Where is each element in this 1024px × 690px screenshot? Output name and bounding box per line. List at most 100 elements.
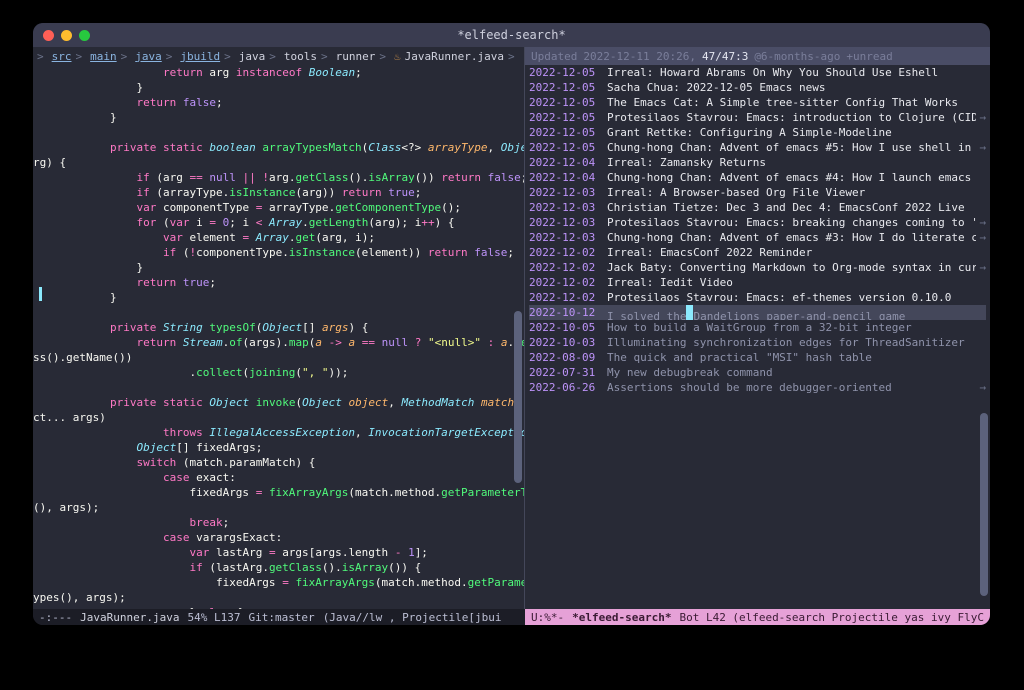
- feed-entry-title: Protesilaos Stavrou: Emacs: introduction…: [607, 110, 976, 125]
- feed-entry-date: 2022-12-05: [529, 80, 607, 95]
- code-line[interactable]: [57, 125, 518, 140]
- scrollbar[interactable]: [514, 69, 522, 607]
- code-line[interactable]: switch (match.paramMatch) {: [57, 455, 518, 470]
- feed-entry[interactable]: 2022-10-05How to build a WaitGroup from …: [529, 320, 986, 335]
- feed-entry-title: I solved the Dandelions paper-and-pencil…: [607, 305, 976, 320]
- code-line[interactable]: var lastArg = args[args.length - 1];: [57, 545, 518, 560]
- code-pane[interactable]: >src>main>java>jbuild>java>tools>runner>…: [33, 47, 525, 609]
- breadcrumb-segment[interactable]: java: [239, 50, 266, 63]
- code-line[interactable]: (), args);: [57, 500, 518, 515]
- feed-entry-title: Irreal: Zamansky Returns: [607, 155, 976, 170]
- elfeed-pane[interactable]: Updated 2022-12-11 20:26, 47/47:3 @6-mon…: [525, 47, 990, 609]
- feed-entry-date: 2022-12-04: [529, 155, 607, 170]
- code-line[interactable]: }: [57, 260, 518, 275]
- feed-entry-title: Chung-hong Chan: Advent of emacs #4: How…: [607, 170, 976, 185]
- code-line[interactable]: }: [57, 110, 518, 125]
- feed-entry[interactable]: 2022-12-03Chung-hong Chan: Advent of ema…: [529, 230, 986, 245]
- code-line[interactable]: if (arrayType.isInstance(arg)) return tr…: [57, 185, 518, 200]
- code-line[interactable]: case varargsExact:: [57, 530, 518, 545]
- feed-entry-title: Chung-hong Chan: Advent of emacs #3: How…: [607, 230, 976, 245]
- feed-entry[interactable]: 2022-12-02Protesilaos Stavrou: Emacs: ef…: [529, 290, 986, 305]
- code-line[interactable]: .collect(joining(", "));: [57, 365, 518, 380]
- code-line[interactable]: return false;: [57, 95, 518, 110]
- close-icon[interactable]: [43, 30, 54, 41]
- chevron-right-icon: >: [321, 50, 328, 63]
- code-buffer[interactable]: return arg instanceof Boolean; } return …: [33, 65, 524, 609]
- code-line[interactable]: ss().getName()): [57, 350, 518, 365]
- modeline-position: Bot L42: [679, 611, 725, 624]
- breadcrumb-segment[interactable]: jbuild: [180, 50, 220, 63]
- feed-entry[interactable]: 2022-12-04Chung-hong Chan: Advent of ema…: [529, 170, 986, 185]
- elfeed-list[interactable]: 2022-12-05Irreal: Howard Abrams On Why Y…: [525, 65, 990, 395]
- feed-entry[interactable]: 2022-12-05Chung-hong Chan: Advent of ema…: [529, 140, 986, 155]
- code-line[interactable]: return arg instanceof Boolean;: [57, 65, 518, 80]
- titlebar: *elfeed-search*: [33, 23, 990, 47]
- feed-entry[interactable]: 2022-12-05Sacha Chua: 2022-12-05 Emacs n…: [529, 80, 986, 95]
- elfeed-headerline: Updated 2022-12-11 20:26, 47/47:3 @6-mon…: [525, 47, 990, 65]
- breadcrumb-segment[interactable]: src: [52, 50, 72, 63]
- feed-entry[interactable]: 2022-12-05The Emacs Cat: A Simple tree-s…: [529, 95, 986, 110]
- breadcrumb-segment[interactable]: tools: [284, 50, 317, 63]
- breadcrumb-segment[interactable]: java: [135, 50, 162, 63]
- feed-entry-title: The quick and practical "MSI" hash table: [607, 350, 976, 365]
- feed-entry[interactable]: 2022-07-31My new debugbreak command: [529, 365, 986, 380]
- code-line[interactable]: if (lastArg.getClass().isArray()) {: [57, 560, 518, 575]
- feed-entry[interactable]: 2022-12-02Jack Baty: Converting Markdown…: [529, 260, 986, 275]
- code-line[interactable]: return true;: [57, 275, 518, 290]
- feed-entry[interactable]: 2022-12-05Irreal: Howard Abrams On Why Y…: [529, 65, 986, 80]
- code-line[interactable]: rg) {: [57, 155, 518, 170]
- feed-entry-date: 2022-07-31: [529, 365, 607, 380]
- feed-entry[interactable]: 2022-12-03Protesilaos Stavrou: Emacs: br…: [529, 215, 986, 230]
- feed-entry[interactable]: 2022-08-09The quick and practical "MSI" …: [529, 350, 986, 365]
- feed-entry[interactable]: 2022-12-02Irreal: Iedit Video: [529, 275, 986, 290]
- code-line[interactable]: fixedArgs = fixArrayArgs(match.method.ge…: [57, 575, 518, 590]
- code-line[interactable]: }: [57, 290, 518, 305]
- code-line[interactable]: fixedArgs = fixArrayArgs(match.method.ge…: [57, 485, 518, 500]
- breadcrumb-segment[interactable]: runner: [336, 50, 376, 63]
- feed-entry-date: 2022-12-02: [529, 290, 607, 305]
- feed-entry[interactable]: 2022-06-26Assertions should be more debu…: [529, 380, 986, 395]
- emacs-window: *elfeed-search* >src>main>java>jbuild>ja…: [33, 23, 990, 625]
- feed-entry-date: 2022-12-03: [529, 200, 607, 215]
- code-line[interactable]: var element = Array.get(arg, i);: [57, 230, 518, 245]
- feed-entry[interactable]: 2022-10-12I solved the Dandelions paper-…: [529, 305, 986, 320]
- code-line[interactable]: private static boolean arrayTypesMatch(C…: [57, 140, 518, 155]
- feed-entry-title: Grant Rettke: Configuring A Simple-Model…: [607, 125, 976, 140]
- scrollbar-thumb[interactable]: [514, 311, 522, 483]
- breadcrumb-segment[interactable]: main: [90, 50, 117, 63]
- code-line[interactable]: }: [57, 80, 518, 95]
- feed-entry[interactable]: 2022-12-04Irreal: Zamansky Returns: [529, 155, 986, 170]
- code-line[interactable]: if (arg == null || !arg.getClass().isArr…: [57, 170, 518, 185]
- chevron-right-icon: >: [269, 50, 276, 63]
- code-line[interactable]: for (var i = 0; i < Array.getLength(arg)…: [57, 215, 518, 230]
- code-line[interactable]: ypes(), args);: [57, 590, 518, 605]
- feed-entry-title: Irreal: Howard Abrams On Why You Should …: [607, 65, 976, 80]
- feed-entry-title: Chung-hong Chan: Advent of emacs #5: How…: [607, 140, 976, 155]
- code-line[interactable]: [57, 305, 518, 320]
- code-line[interactable]: ct... args): [57, 410, 518, 425]
- scrollbar[interactable]: [980, 69, 988, 607]
- code-line[interactable]: private static Object invoke(Object obje…: [57, 395, 518, 410]
- code-line[interactable]: return Stream.of(args).map(a -> a == nul…: [57, 335, 518, 350]
- modeline-vc: Git:master: [248, 611, 314, 624]
- feed-entry[interactable]: 2022-12-05Grant Rettke: Configuring A Si…: [529, 125, 986, 140]
- feed-entry[interactable]: 2022-10-03Illuminating synchronization e…: [529, 335, 986, 350]
- minimize-icon[interactable]: [61, 30, 72, 41]
- feed-entry[interactable]: 2022-12-02Irreal: EmacsConf 2022 Reminde…: [529, 245, 986, 260]
- feed-entry-date: 2022-10-12: [529, 305, 607, 320]
- feed-entry[interactable]: 2022-12-05Protesilaos Stavrou: Emacs: in…: [529, 110, 986, 125]
- code-line[interactable]: case exact:: [57, 470, 518, 485]
- modeline-buffer: JavaRunner.java: [80, 611, 179, 624]
- scrollbar-thumb[interactable]: [980, 413, 988, 596]
- feed-entry-title: Protesilaos Stavrou: Emacs: breaking cha…: [607, 215, 976, 230]
- code-line[interactable]: throws IllegalAccessException, Invocatio…: [57, 425, 518, 440]
- code-line[interactable]: var componentType = arrayType.getCompone…: [57, 200, 518, 215]
- feed-entry[interactable]: 2022-12-03Irreal: A Browser-based Org Fi…: [529, 185, 986, 200]
- feed-entry[interactable]: 2022-12-03Christian Tietze: Dec 3 and De…: [529, 200, 986, 215]
- maximize-icon[interactable]: [79, 30, 90, 41]
- code-line[interactable]: break;: [57, 515, 518, 530]
- code-line[interactable]: if (!componentType.isInstance(element)) …: [57, 245, 518, 260]
- code-line[interactable]: private String typesOf(Object[] args) {: [57, 320, 518, 335]
- code-line[interactable]: [57, 380, 518, 395]
- code-line[interactable]: Object[] fixedArgs;: [57, 440, 518, 455]
